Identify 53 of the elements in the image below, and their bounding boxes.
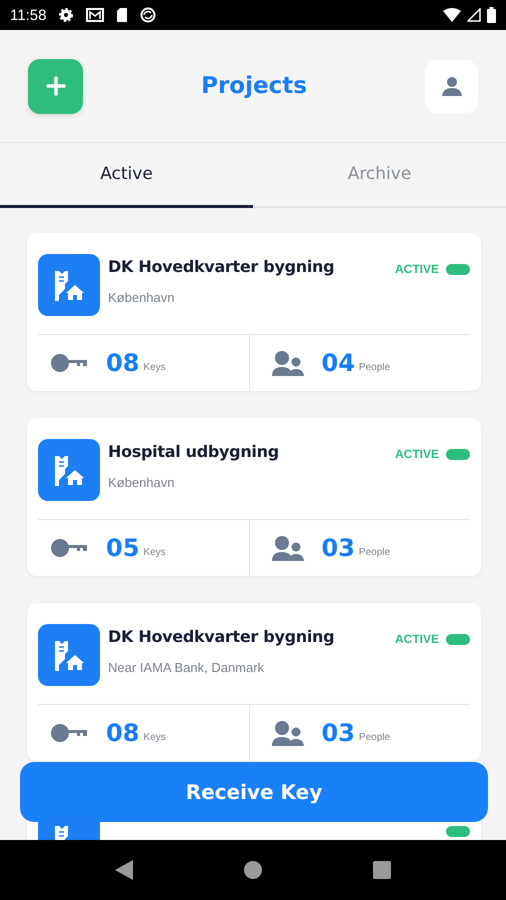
people-count: 04 (322, 349, 355, 377)
tab[interactable]: Active (0, 143, 253, 208)
home-icon[interactable] (244, 861, 262, 879)
status-toggle[interactable] (446, 634, 470, 644)
sync-icon (140, 7, 156, 23)
status-label: ACTIVE (394, 262, 439, 276)
people-icon (272, 535, 304, 561)
people-count: 03 (322, 534, 355, 562)
page-title: Projects (201, 73, 307, 99)
project-location: København (108, 290, 176, 305)
status-label: ACTIVE (394, 632, 439, 646)
people-count: 03 (322, 719, 355, 747)
people-icon (272, 720, 304, 746)
key-unit: Keys (143, 730, 166, 742)
key-icon (50, 353, 88, 373)
sd-card-icon (116, 7, 128, 23)
mail-icon (86, 7, 104, 23)
key-unit: Keys (143, 546, 166, 558)
add-button[interactable] (28, 58, 83, 114)
key-count: 08 (106, 719, 140, 747)
receive-key-button[interactable]: Receive Key (20, 762, 488, 822)
status-label: ACTIVE (394, 447, 439, 461)
project-name: Hospital udbygning (108, 442, 280, 461)
tab[interactable]: Archive (253, 143, 506, 208)
key-icon (50, 723, 88, 743)
project-name: DK Hovedkvarter bygning (108, 627, 336, 646)
status-toggle[interactable] (446, 448, 470, 460)
back-icon[interactable] (115, 860, 134, 880)
people-unit: People (358, 360, 390, 372)
status-toggle[interactable] (446, 826, 470, 837)
project-name: DK Hovedkvarter bygning (108, 257, 336, 276)
project-location: København (108, 475, 176, 490)
wifi-icon (443, 8, 461, 22)
signal-icon (467, 8, 481, 22)
key-count: 05 (106, 534, 140, 562)
gear-icon (58, 7, 74, 23)
battery-icon (487, 7, 496, 23)
building-icon (52, 453, 86, 487)
people-icon (272, 350, 304, 376)
person-icon (442, 76, 462, 96)
key-icon (50, 538, 88, 558)
status-toggle[interactable] (446, 264, 470, 274)
key-count: 08 (106, 349, 140, 377)
project-location: Near IAMA Bank, Danmark (108, 660, 266, 675)
people-unit: People (358, 546, 390, 558)
building-icon (52, 268, 86, 302)
recents-icon[interactable] (372, 861, 391, 879)
people-unit: People (358, 730, 390, 742)
plus-icon (46, 76, 66, 96)
building-icon (52, 638, 86, 672)
key-unit: Keys (143, 360, 166, 372)
clock: 11:58 (10, 6, 46, 24)
profile-button[interactable] (425, 60, 478, 112)
